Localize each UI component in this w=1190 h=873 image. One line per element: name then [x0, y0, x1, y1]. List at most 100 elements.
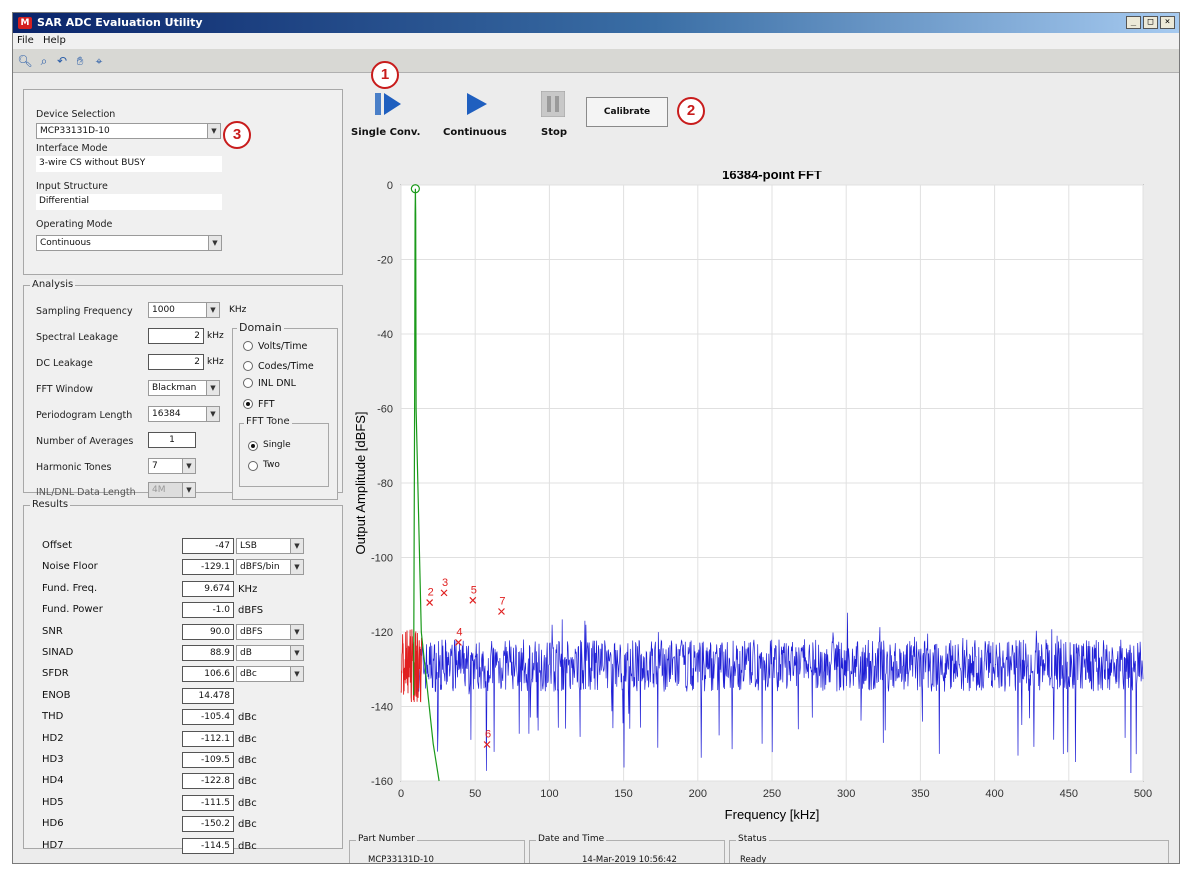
x-tick-label: 350: [911, 788, 929, 800]
zoom-in-icon[interactable]: 🔍︎: [17, 53, 33, 69]
inl-dnl-label: INL DNL: [258, 378, 296, 389]
y-axis-label: Output Amplitude [dBFS]: [353, 411, 368, 554]
result-unit: dB: [240, 648, 252, 658]
radio-single-tone[interactable]: [248, 441, 258, 451]
stop-label: Stop: [541, 127, 568, 138]
result-unit: dBFS/bin: [240, 562, 280, 573]
device-selection-dropdown[interactable]: MCP33131D-10 ▼: [36, 123, 221, 139]
result-value: -1.0: [182, 602, 234, 619]
inl-length-label: INL/DNL Data Length: [36, 487, 136, 498]
fft-window-dropdown[interactable]: Blackman ▼: [148, 380, 220, 396]
spectral-leakage-unit: kHz: [207, 331, 224, 341]
result-label: THD: [42, 711, 64, 723]
fft-window-value: Blackman: [152, 383, 197, 393]
radio-volts-time[interactable]: [243, 341, 253, 351]
toolbar: 🔍︎ ⌕ ↶ ✋︎ ⌖: [13, 49, 1179, 73]
result-label: HD7: [42, 839, 64, 851]
radio-fft[interactable]: [243, 399, 253, 409]
result-unit: dBc: [240, 669, 257, 680]
status-panel: Status Ready: [729, 834, 1169, 863]
operating-mode-label: Operating Mode: [36, 219, 113, 230]
result-value: -150.2: [182, 816, 234, 833]
calibrate-button[interactable]: Calibrate: [586, 97, 668, 127]
y-tick-label: -120: [371, 627, 393, 639]
harmonic-tones-value: 7: [152, 461, 158, 471]
x-tick-label: 500: [1134, 788, 1152, 800]
chevron-down-icon: ▼: [206, 381, 219, 395]
result-label: SFDR: [42, 668, 69, 680]
chevron-down-icon: ▼: [208, 236, 221, 250]
result-unit-dropdown[interactable]: dBFS/bin ▼: [236, 559, 304, 576]
spectral-leakage-label: Spectral Leakage: [36, 332, 119, 343]
maximize-button[interactable]: □: [1143, 16, 1158, 29]
chart-title: 16384-point FFT: [722, 171, 822, 182]
part-number-value: MCP33131D-10: [368, 855, 434, 864]
dc-leakage-input[interactable]: 2: [148, 354, 204, 370]
result-unit-dropdown[interactable]: LSB ▼: [236, 538, 304, 554]
minimize-button[interactable]: _: [1126, 16, 1141, 29]
y-tick-label: -160: [371, 776, 393, 788]
status-label: Status: [736, 834, 769, 844]
radio-two-tone[interactable]: [248, 461, 258, 471]
result-value: -122.8: [182, 773, 234, 790]
result-unit: dBc: [238, 797, 257, 809]
close-button[interactable]: ×: [1160, 16, 1175, 29]
result-value: 9.674: [182, 580, 234, 597]
result-unit: dBc: [238, 776, 257, 788]
harmonic-label: 5: [471, 584, 477, 596]
harmonic-tones-dropdown[interactable]: 7 ▼: [148, 458, 196, 474]
averages-input[interactable]: 1: [148, 432, 196, 448]
result-label: Offset: [42, 540, 73, 551]
input-structure-label: Input Structure: [36, 181, 108, 192]
x-tick-label: 450: [1060, 788, 1078, 800]
chevron-down-icon: ▼: [290, 624, 303, 639]
result-unit: dBc: [238, 712, 257, 724]
radio-inl-dnl[interactable]: [243, 378, 253, 388]
harmonic-tones-label: Harmonic Tones: [36, 462, 112, 473]
operating-mode-value: Continuous: [40, 238, 91, 248]
result-value: -114.5: [182, 837, 234, 854]
x-tick-label: 150: [614, 788, 632, 800]
periodogram-length-label: Periodogram Length: [36, 410, 133, 421]
harmonic-label: 7: [499, 596, 505, 608]
fft-tone-group: FFT Tone Single Two: [239, 416, 329, 487]
result-label: Fund. Power: [42, 604, 103, 616]
part-number-label: Part Number: [356, 834, 417, 844]
sampling-frequency-label: Sampling Frequency: [36, 306, 133, 317]
operating-mode-dropdown[interactable]: Continuous ▼: [36, 235, 222, 251]
menu-help[interactable]: Help: [43, 35, 66, 46]
result-unit-dropdown[interactable]: dBc ▼: [236, 666, 304, 683]
chevron-down-icon: ▼: [207, 124, 220, 138]
date-time-panel: Date and Time 14-Mar-2019 10:56:42: [529, 834, 725, 864]
periodogram-length-dropdown[interactable]: 16384 ▼: [148, 406, 220, 422]
stop-button[interactable]: [540, 90, 566, 118]
date-time-value: 14-Mar-2019 10:56:42: [582, 855, 677, 864]
single-conv-button[interactable]: [373, 91, 403, 117]
harmonic-label: 2: [428, 587, 434, 599]
single-tone-label: Single: [263, 440, 291, 450]
input-structure-value: Differential: [36, 194, 222, 210]
result-label: HD5: [42, 796, 64, 808]
radio-codes-time[interactable]: [243, 361, 253, 371]
continuous-button[interactable]: [463, 91, 491, 117]
y-tick-label: -140: [371, 702, 393, 714]
result-label: HD3: [42, 754, 64, 765]
play-icon: [467, 93, 487, 115]
fft-tone-title: FFT Tone: [244, 416, 292, 427]
pan-hand-icon[interactable]: ✋︎: [72, 53, 88, 69]
x-tick-label: 100: [540, 788, 558, 800]
data-cursor-icon[interactable]: ⌖: [91, 53, 107, 69]
two-tone-label: Two: [263, 460, 280, 470]
app-window: M SAR ADC Evaluation Utility _ □ × File …: [12, 12, 1180, 864]
result-unit: dBc: [238, 819, 257, 831]
spectral-leakage-input[interactable]: 2: [148, 328, 204, 344]
result-unit-dropdown[interactable]: dBFS ▼: [236, 623, 304, 640]
volts-time-label: Volts/Time: [258, 341, 308, 352]
result-unit: LSB: [240, 541, 257, 551]
result-label: HD2: [42, 732, 64, 744]
sampling-frequency-dropdown[interactable]: 1000 ▼: [148, 302, 220, 318]
zoom-reset-icon[interactable]: ↶: [54, 53, 70, 69]
menu-file[interactable]: File: [17, 35, 34, 46]
zoom-out-icon[interactable]: ⌕: [36, 53, 52, 69]
result-unit-dropdown[interactable]: dB ▼: [236, 645, 304, 661]
